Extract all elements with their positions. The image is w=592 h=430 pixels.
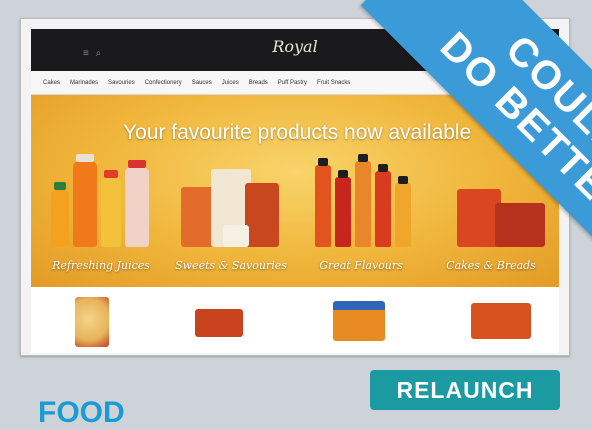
spice-jar: [335, 170, 351, 247]
nav-item-marinades[interactable]: Marinades: [70, 80, 98, 86]
cake-pack: [495, 203, 545, 247]
category-label-juices[interactable]: Refreshing Juices: [37, 259, 165, 272]
featured-products-row: [31, 287, 559, 353]
product-thumbnail-4[interactable]: [471, 303, 531, 339]
savouries-product-image: [179, 147, 289, 247]
nav-item-juices[interactable]: Juices: [222, 80, 239, 86]
juice-bottle: [125, 160, 149, 247]
juices-product-image: [47, 147, 157, 247]
flavours-product-image: [311, 147, 421, 247]
juice-bottle: [51, 182, 69, 247]
snack-pack: [223, 225, 249, 247]
category-label-flavours[interactable]: Great Flavours: [297, 259, 425, 272]
product-thumbnail-3[interactable]: [333, 301, 385, 341]
nav-item-cakes[interactable]: Cakes: [43, 80, 60, 86]
nav-item-sauces[interactable]: Sauces: [192, 80, 212, 86]
nav-item-savouries[interactable]: Savouries: [108, 80, 135, 86]
juice-bottle: [101, 170, 121, 247]
product-thumbnail-2[interactable]: [195, 309, 243, 337]
nav-item-fruit-snacks[interactable]: Fruit Snacks: [317, 80, 350, 86]
banner-headline: Your favourite products now available: [123, 121, 472, 144]
spice-jar: [395, 176, 411, 247]
spice-jar: [375, 164, 391, 247]
section-label: FOOD: [38, 396, 125, 429]
nav-item-puff-pastry[interactable]: Puff Pastry: [278, 80, 307, 86]
spice-jar: [355, 154, 371, 247]
juice-bottle: [73, 154, 97, 247]
category-label-savouries[interactable]: Sweets & Savouries: [167, 259, 295, 272]
product-thumbnail-1[interactable]: [75, 297, 109, 347]
nav-item-confectionery[interactable]: Confectionery: [145, 80, 182, 86]
nav-item-breads[interactable]: Breads: [249, 80, 268, 86]
relaunch-badge: RELAUNCH: [370, 370, 560, 410]
category-label-cakes[interactable]: Cakes & Breads: [427, 259, 555, 272]
snack-pack: [245, 183, 279, 247]
spice-jar: [315, 158, 331, 247]
snack-pack: [181, 187, 215, 247]
